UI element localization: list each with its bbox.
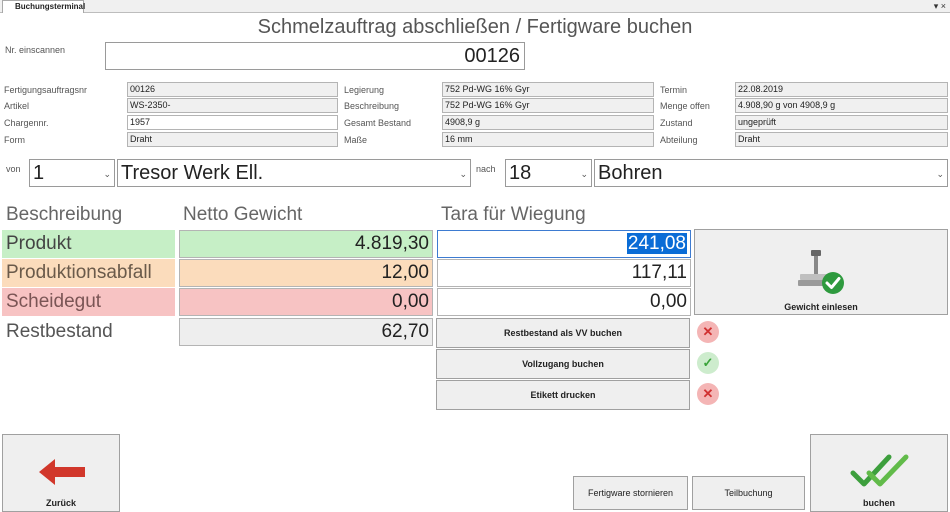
abteilung-field: Draht: [735, 132, 948, 147]
legierung-field: 752 Pd-WG 16% Gyr: [442, 82, 654, 97]
zurueck-label: Zurück: [45, 498, 76, 508]
menge-offen-field: 4.908,90 g von 4908,9 g: [735, 98, 948, 113]
gesamt-bestand-field: 4908,9 g: [442, 115, 654, 130]
row-label-scheidegut: Scheidegut: [2, 288, 175, 316]
netto-produkt[interactable]: 4.819,30: [179, 230, 433, 258]
header-beschreibung: Beschreibung: [6, 204, 123, 225]
fertigungsauftragsnr-field: 00126: [127, 82, 338, 97]
tara-produkt-input[interactable]: 241,08: [437, 230, 691, 258]
scan-input[interactable]: 00126: [105, 42, 525, 70]
gewicht-einlesen-button[interactable]: Gewicht einlesen: [694, 229, 948, 315]
tara-scheidegut-input[interactable]: 0,00: [437, 288, 691, 316]
zustand-field: ungeprüft: [735, 115, 948, 130]
von-name-select[interactable]: Tresor Werk Ell. ⌄: [117, 159, 471, 187]
zurueck-button[interactable]: Zurück: [2, 434, 120, 512]
masse-label: Maße: [344, 135, 368, 145]
netto-restbestand: 62,70: [179, 318, 433, 346]
row-label-produktionsabfall: Produktionsabfall: [2, 259, 175, 287]
tara-produktionsabfall-input[interactable]: 117,11: [437, 259, 691, 287]
page-title: Schmelzauftrag abschließen / Fertigware …: [257, 16, 693, 38]
chargennr-input[interactable]: 1957: [127, 115, 338, 130]
chargennr-label: Chargennr.: [4, 118, 49, 128]
menge-offen-label: Menge offen: [660, 101, 710, 111]
netto-produktionsabfall[interactable]: 12,00: [179, 259, 433, 287]
scan-label: Nr. einscannen: [5, 45, 66, 55]
termin-label: Termin: [660, 85, 688, 95]
tab-bar: [0, 0, 950, 13]
restbestand-vv-button[interactable]: Restbestand als VV buchen: [436, 318, 690, 348]
form-field: Draht: [127, 132, 338, 147]
von-number-value: 1: [33, 162, 45, 184]
teilbuchung-button[interactable]: Teilbuchung: [692, 476, 805, 510]
gewicht-einlesen-label: Gewicht einlesen: [784, 302, 858, 312]
von-number-select[interactable]: 1 ⌄: [29, 159, 115, 187]
beschreibung-label: Beschreibung: [344, 101, 400, 111]
abteilung-label: Abteilung: [660, 135, 698, 145]
nach-name-value: Bohren: [598, 162, 663, 184]
header-tara: Tara für Wiegung: [441, 204, 586, 225]
chevron-down-icon: ⌄: [103, 169, 111, 179]
masse-field: 16 mm: [442, 132, 654, 147]
chevron-down-icon: ⌄: [936, 169, 944, 179]
zustand-label: Zustand: [660, 118, 693, 128]
artikel-field: WS-2350-: [127, 98, 338, 113]
double-check-icon: [850, 454, 909, 487]
tab-buchungsterminal[interactable]: Buchungsterminal: [2, 0, 85, 13]
gesamt-bestand-label: Gesamt Bestand: [344, 118, 412, 128]
chevron-down-icon: ⌄: [580, 169, 588, 179]
artikel-label: Artikel: [4, 101, 30, 111]
check-circle-icon: ✓: [697, 352, 719, 374]
fertigware-stornieren-button[interactable]: Fertigware stornieren: [573, 476, 688, 510]
legierung-label: Legierung: [344, 85, 385, 95]
nach-number-select[interactable]: 18 ⌄: [505, 159, 592, 187]
termin-field: 22.08.2019: [735, 82, 948, 97]
x-circle-icon: ✕: [697, 321, 719, 343]
nach-name-select[interactable]: Bohren ⌄: [594, 159, 948, 187]
etikett-drucken-button[interactable]: Etikett drucken: [436, 380, 690, 410]
header-netto-gewicht: Netto Gewicht: [183, 204, 303, 225]
buchen-button[interactable]: buchen: [810, 434, 948, 512]
arrow-left-icon: [39, 459, 85, 485]
vollzugang-button[interactable]: Vollzugang buchen: [436, 349, 690, 379]
x-circle-icon: ✕: [697, 383, 719, 405]
window-controls[interactable]: ▾ ×: [934, 0, 946, 12]
tara-produkt-value: 241,08: [626, 233, 687, 254]
buchen-label: buchen: [862, 498, 895, 508]
von-name-value: Tresor Werk Ell.: [121, 162, 264, 184]
nach-label: nach: [476, 164, 496, 174]
row-label-restbestand: Restbestand: [6, 321, 113, 342]
von-label: von: [6, 164, 21, 174]
nach-number-value: 18: [509, 162, 532, 184]
form-label: Form: [4, 135, 25, 145]
scale-icon: [798, 250, 844, 294]
beschreibung-field: 752 Pd-WG 16% Gyr: [442, 98, 654, 113]
fertigungsauftragsnr-label: Fertigungsauftragsnr: [4, 85, 88, 95]
row-label-produkt: Produkt: [2, 230, 175, 258]
netto-scheidegut[interactable]: 0,00: [179, 288, 433, 316]
chevron-down-icon: ⌄: [459, 169, 467, 179]
